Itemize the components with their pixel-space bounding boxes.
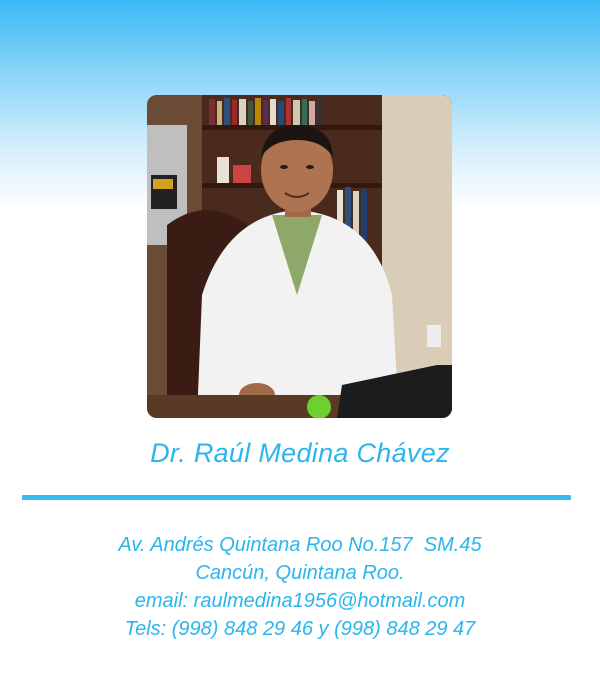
contact-info: Av. Andrés Quintana Roo No.157 SM.45 Can… (0, 531, 600, 643)
doctor-photo (147, 95, 452, 418)
phone-line[interactable]: Tels: (998) 848 29 46 y (998) 848 29 47 (0, 615, 600, 643)
doctor-name: Dr. Raúl Medina Chávez (150, 438, 450, 468)
doctor-portrait-image (147, 95, 452, 418)
divider (22, 495, 571, 500)
city-line: Cancún, Quintana Roo. (195, 562, 405, 584)
profile-card: Dr. Raúl Medina Chávez Av. Andrés Quinta… (0, 0, 600, 700)
email-line[interactable]: email: raulmedina1956@hotmail.com (0, 587, 600, 615)
address-line: Av. Andrés Quintana Roo No.157 SM.45 (118, 534, 482, 556)
